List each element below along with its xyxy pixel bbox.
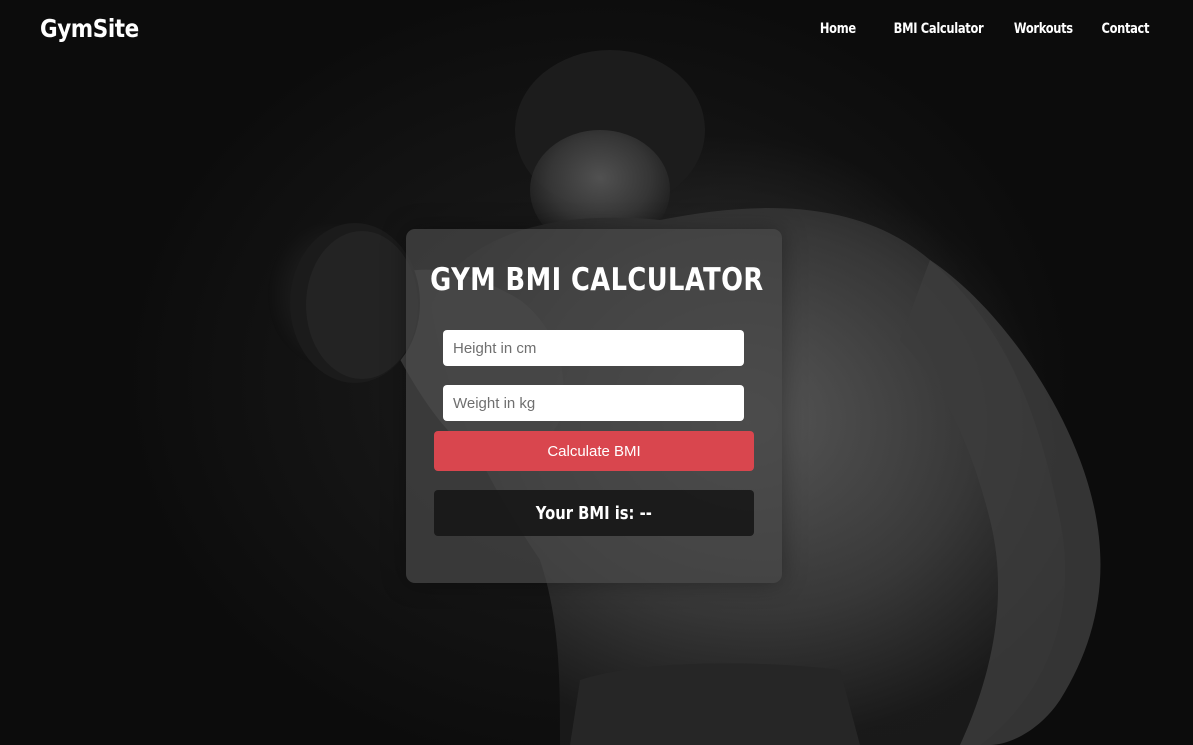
calculate-bmi-button[interactable]: Calculate BMI (434, 431, 754, 471)
page: GymSite Home BMI Calculator Workouts Con… (0, 0, 1193, 745)
nav-link-home[interactable]: Home (820, 21, 856, 37)
bmi-result-value: -- (639, 502, 653, 524)
calculator-title: GYM BMI CALCULATOR (0, 262, 1193, 298)
bmi-result-text: Your BMI is: -- (536, 503, 652, 524)
main-nav: Home BMI Calculator Workouts Contact (794, 21, 1150, 37)
nav-link-bmi-calculator[interactable]: BMI Calculator (893, 21, 983, 37)
nav-link-workouts[interactable]: Workouts (1014, 21, 1073, 37)
height-input[interactable] (443, 330, 744, 366)
bmi-result-label: Your BMI is: (535, 502, 635, 524)
calculator-title-text: GYM BMI CALCULATOR (429, 262, 764, 298)
weight-input[interactable] (443, 385, 744, 421)
bmi-result-box: Your BMI is: -- (434, 490, 754, 536)
top-navbar: GymSite Home BMI Calculator Workouts Con… (0, 0, 1193, 64)
nav-link-contact[interactable]: Contact (1101, 21, 1149, 37)
brand-logo[interactable]: GymSite (40, 14, 139, 43)
